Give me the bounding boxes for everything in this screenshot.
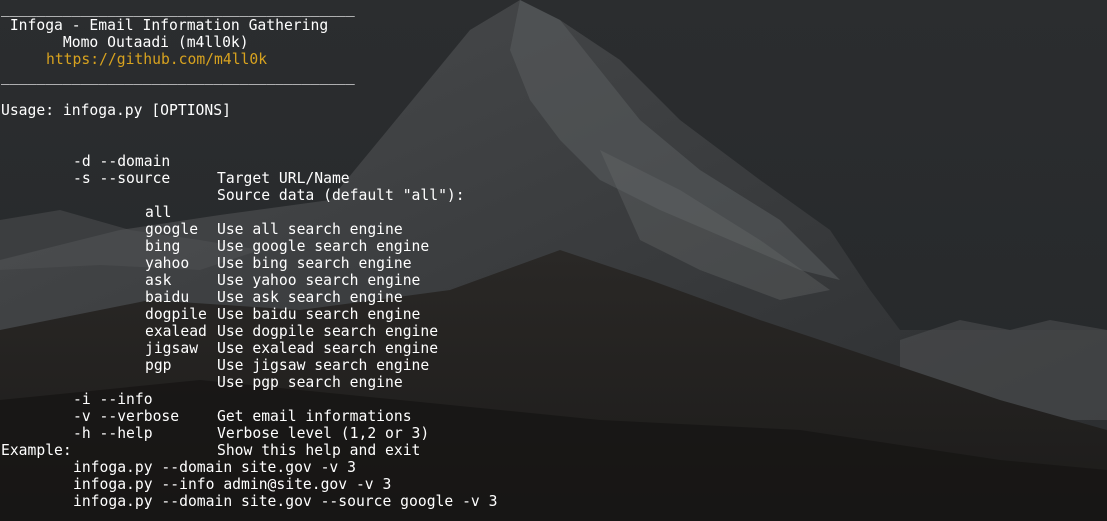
option-row: -v --verbose Verbose level (1,2 or 3) — [0, 391, 1000, 442]
engine-name: pgp — [145, 357, 172, 374]
option-flag: -h --help — [73, 425, 153, 442]
option-desc: Verbose level (1,2 or 3) — [217, 425, 430, 442]
option-row: -h --help Show this help and exit — [0, 408, 1000, 459]
example-command: infoga.py --domain site.gov -v 3 — [73, 459, 356, 476]
engine-row: pgp Use pgp search engine — [0, 340, 1000, 391]
option-row: -s --source Source data (default "all"): — [0, 153, 1000, 204]
engine-row: exalead Use exalead search engine — [0, 306, 1000, 357]
header-author: Momo Outaadi (m4ll0k) — [1, 34, 249, 51]
option-desc: Target URL/Name — [217, 170, 350, 187]
option-row: -i --info Get email informations — [0, 374, 1000, 425]
example-label: Example: — [1, 442, 72, 459]
engine-row: baidu Use baidu search engine — [0, 272, 1000, 323]
engine-row: jigsaw Use jigsaw search engine — [0, 323, 1000, 374]
header-title: Infoga - Email Information Gathering — [1, 17, 329, 34]
engine-row: dogpile Use dogpile search engine — [0, 289, 1000, 340]
engine-row: bing Use bing search engine — [0, 221, 1000, 272]
github-link[interactable]: https://github.com/m4ll0k — [46, 51, 267, 68]
example-command: infoga.py --domain site.gov --source goo… — [73, 493, 498, 510]
header-separator-bottom: ________________________________________ — [1, 68, 355, 85]
engine-row: ask Use ask search engine — [0, 255, 1000, 306]
engine-row: google Use google search engine — [0, 204, 1000, 255]
example-command: infoga.py --info admin@site.gov -v 3 — [73, 476, 392, 493]
terminal-output: ________________________________________… — [0, 0, 497, 521]
option-row: -d --domain Target URL/Name — [0, 136, 1000, 187]
header-separator-top: ________________________________________ — [1, 0, 355, 17]
engine-row: yahoo Use yahoo search engine — [0, 238, 1000, 289]
option-flag: -s --source — [73, 170, 171, 187]
usage-line: Usage: infoga.py [OPTIONS] — [1, 102, 231, 119]
terminal-window[interactable]: ________________________________________… — [0, 0, 1107, 521]
engine-row: all Use all search engine — [0, 187, 1000, 238]
engine-desc: Use jigsaw search engine — [217, 357, 430, 374]
option-desc: Show this help and exit — [217, 442, 421, 459]
